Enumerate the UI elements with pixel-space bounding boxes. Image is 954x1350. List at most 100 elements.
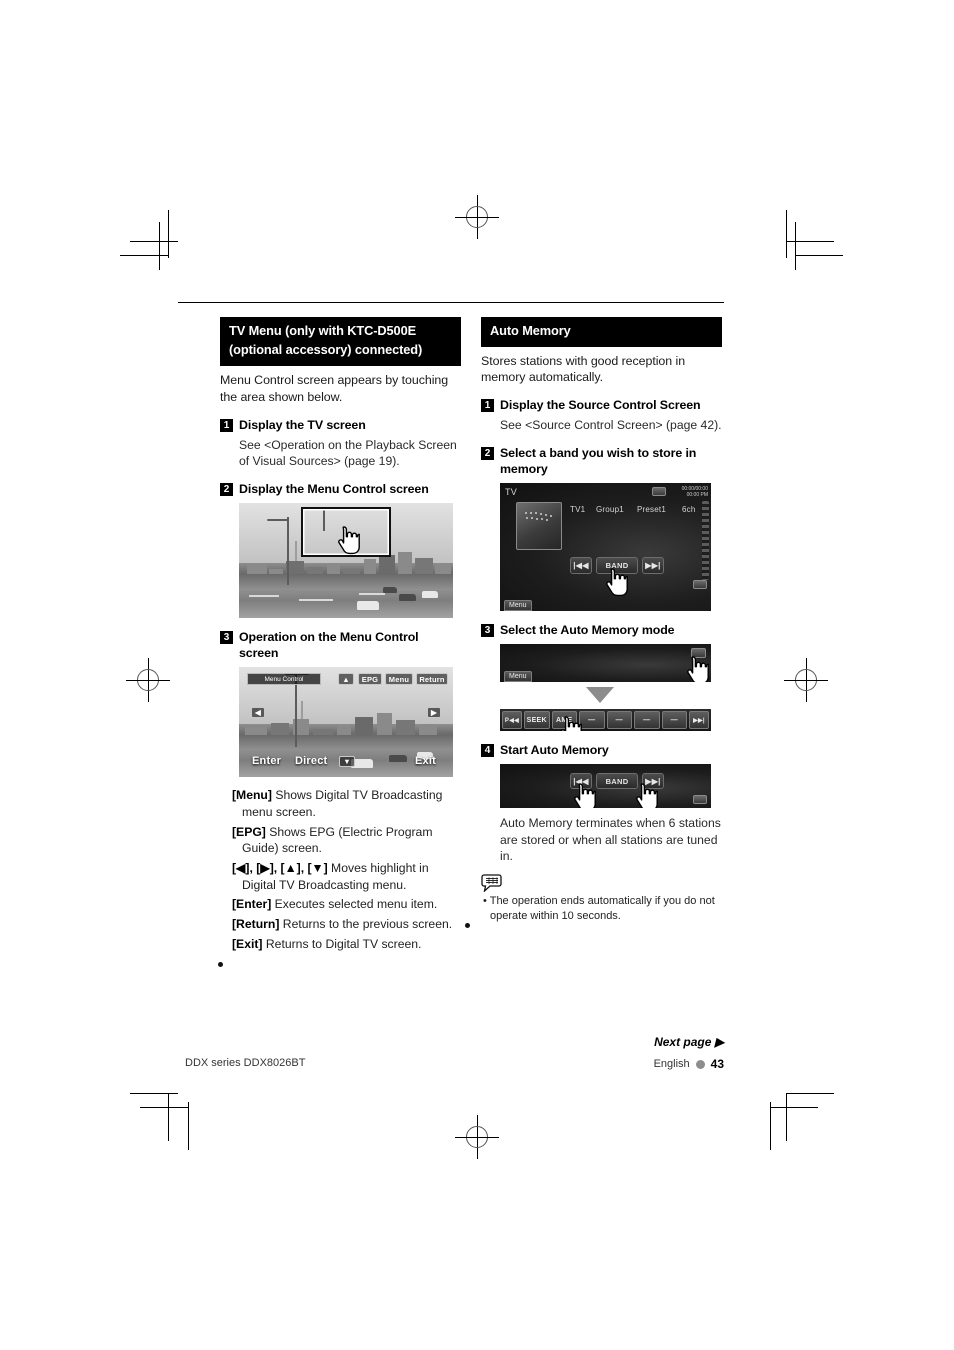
section-title-line1: TV Menu (only with KTC-D500E	[229, 323, 417, 338]
flow-down-arrow-icon	[586, 687, 614, 704]
crop-mark-tl2-v	[159, 222, 161, 270]
button-blank-2[interactable]: —	[606, 711, 632, 730]
crop-mark-br2-v	[770, 1102, 772, 1150]
source-label: TV	[505, 487, 517, 498]
registration-mark-top	[455, 195, 499, 239]
button-blank-1[interactable]: —	[579, 711, 605, 730]
language-label: English	[653, 1058, 690, 1070]
car	[389, 755, 407, 763]
definition-key: [Exit]	[232, 936, 263, 951]
tower-spire	[301, 701, 303, 722]
step-title-line1: Select a band you wish to store in	[500, 445, 697, 460]
page-footer: Next page ▶ DDX series DDX8026BT English…	[178, 1035, 724, 1095]
crop-mark-tr-h	[786, 241, 834, 243]
crop-mark-tl-v	[168, 210, 170, 258]
crop-mark-br2-h	[770, 1107, 818, 1109]
menu-control-title-bar: Menu Control	[247, 673, 321, 686]
step-1-reference: See <Source Control Screen> (page 42).	[500, 418, 722, 433]
screenshot-function-strip: P◀◀ SEEK AME — — — — ▶▶|	[500, 709, 711, 732]
right-column: Auto Memory Stores stations with good re…	[465, 317, 722, 928]
info-field-group: Group1	[596, 505, 624, 515]
step-2-display-menu-control: 2 Display the Menu Control screen	[220, 481, 461, 497]
car	[357, 601, 379, 610]
definition-key: [Enter]	[232, 897, 272, 912]
expand-control-icon[interactable]	[693, 580, 707, 590]
definition-epg: [EPG] Shows EPG (Electric Program Guide)…	[220, 824, 461, 857]
album-art-thumbnail	[516, 502, 562, 551]
menu-tab-button[interactable]: Menu	[504, 600, 532, 612]
definition-text: Shows Digital TV Broadcasting menu scree…	[242, 788, 443, 819]
button-blank-3[interactable]: —	[634, 711, 660, 730]
manual-page: TV Menu (only with KTC-D500E (optional a…	[0, 0, 954, 1350]
info-field-band: TV1	[570, 505, 586, 515]
step-number-badge: 2	[481, 446, 494, 460]
button-next-track[interactable]: ▶▶|	[642, 557, 664, 575]
button-epg[interactable]: EPG	[358, 673, 382, 686]
button-preset-prev[interactable]: P◀◀	[502, 711, 522, 730]
step-number-badge: 3	[220, 631, 233, 644]
tv-menu-intro: Menu Control screen appears by touching …	[220, 373, 449, 404]
street-light-arm	[267, 519, 289, 521]
step-title-line1: Operation on the Menu Control	[239, 630, 419, 644]
button-exit[interactable]: Exit	[415, 755, 436, 767]
info-field-preset: Preset1	[637, 505, 666, 515]
step-number-badge: 3	[481, 624, 494, 638]
crop-mark-br-h	[786, 1093, 834, 1095]
next-page-indicator: Next page ▶	[654, 1035, 724, 1049]
clock-time: 00:00 PM	[686, 492, 708, 499]
button-down-arrow[interactable]: ▼	[339, 756, 355, 768]
button-seek[interactable]: SEEK	[524, 711, 550, 730]
button-previous-track[interactable]: |◀◀	[570, 557, 592, 575]
definition-return: [Return] Returns to the previous screen.	[220, 916, 461, 933]
crop-mark-br-v	[786, 1093, 788, 1141]
screenshot-menu-control-screen: Menu Control ▲ EPG Menu Return ◀ ▶ Enter…	[239, 667, 453, 778]
display-control-icon[interactable]	[652, 487, 666, 497]
button-left-arrow[interactable]: ◀	[251, 707, 265, 719]
expand-control-icon[interactable]	[693, 795, 707, 805]
step-number-badge: 1	[481, 399, 494, 413]
hand-cursor-icon	[683, 655, 709, 683]
time-display: 00:00/00:00 00:00 PM	[682, 486, 708, 499]
page-content: TV Menu (only with KTC-D500E (optional a…	[178, 297, 724, 1067]
note-text-value: The operation ends automatically if you …	[489, 894, 715, 922]
crop-mark-bl2-h	[140, 1107, 188, 1109]
hand-cursor-icon	[556, 715, 582, 732]
column-end-marker	[218, 962, 223, 967]
lane-marking	[249, 595, 279, 597]
button-up-arrow[interactable]: ▲	[338, 673, 354, 686]
button-preset-next[interactable]: ▶▶|	[689, 711, 709, 730]
registration-mark-bottom	[455, 1115, 499, 1159]
crop-mark-tr2-h	[795, 255, 843, 257]
section-title-line2: (optional accessory) connected)	[229, 341, 423, 357]
car	[399, 594, 416, 601]
device-screen-background	[500, 644, 711, 683]
car	[383, 587, 397, 593]
step-3-menu-control-operation: 3 Operation on the Menu Control screen	[220, 629, 461, 661]
button-blank-4[interactable]: —	[661, 711, 687, 730]
lane-marking	[299, 599, 333, 601]
crop-mark-tl2-h	[120, 255, 168, 257]
button-menu[interactable]: Menu	[385, 673, 413, 686]
button-right-arrow[interactable]: ▶	[427, 707, 441, 719]
hand-cursor-icon	[632, 782, 658, 809]
definition-key: [EPG]	[232, 824, 266, 839]
button-direct[interactable]: Direct	[295, 755, 327, 767]
menu-tab-button[interactable]: Menu	[504, 671, 532, 683]
definition-key: [Menu]	[232, 788, 272, 803]
step-title-line2: memory	[500, 461, 548, 476]
auto-memory-intro: Stores stations with good reception in m…	[481, 353, 686, 385]
step-number-badge: 2	[220, 482, 233, 496]
hand-cursor-icon	[334, 525, 360, 555]
step-number-badge: 1	[220, 418, 233, 432]
hand-cursor-icon	[570, 782, 596, 809]
page-number: 43	[710, 1057, 724, 1071]
separator-dot-icon	[695, 1059, 705, 1069]
crop-mark-bl-h	[130, 1093, 178, 1095]
lane-marking	[359, 593, 385, 595]
step-3-select-auto-memory-mode: 3 Select the Auto Memory mode	[481, 622, 722, 638]
button-return[interactable]: Return	[416, 673, 448, 686]
step-4-start-auto-memory: 4 Start Auto Memory	[481, 742, 722, 758]
button-enter[interactable]: Enter	[252, 755, 281, 767]
model-identifier: DDX series DDX8026BT	[185, 1057, 306, 1069]
definition-enter: [Enter] Executes selected menu item.	[220, 896, 461, 913]
